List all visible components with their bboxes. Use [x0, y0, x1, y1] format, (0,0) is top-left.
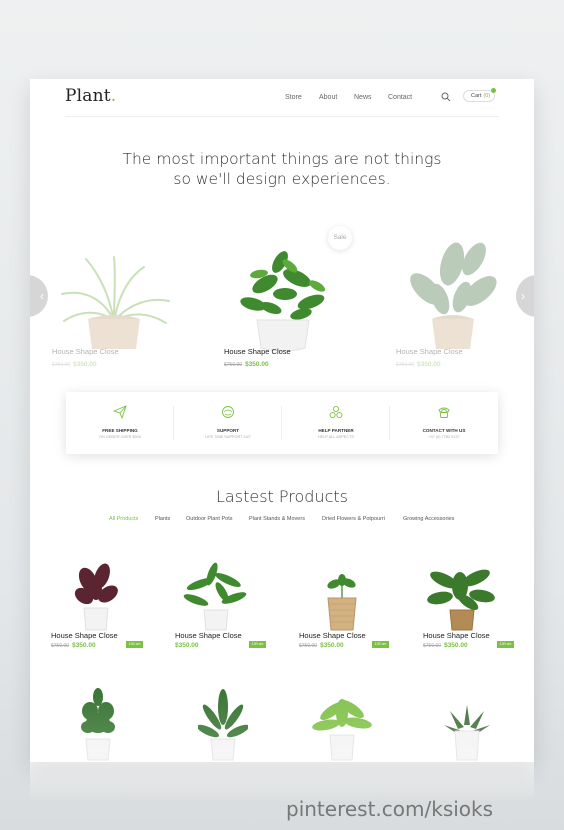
- hero-line-2: so we'll design experiences.: [173, 170, 391, 188]
- product-price-1: $750.00 $350.00: [51, 642, 96, 649]
- partner-icon: [329, 405, 343, 419]
- logo-text: Plant: [65, 86, 111, 106]
- filter-plant-stands[interactable]: Plant Stands & Movers: [249, 516, 305, 522]
- product-name-3[interactable]: House Shape Close: [299, 631, 366, 640]
- size-badge: 130 cm: [497, 641, 514, 648]
- header-divider: [65, 116, 499, 117]
- product-name-4[interactable]: House Shape Close: [423, 631, 490, 640]
- feature-title: SUPPORT: [216, 428, 240, 433]
- product-name-1[interactable]: House Shape Close: [51, 631, 118, 640]
- features-bar: FREE SHIPPING ON ORDER OVER $300 SUPPORT…: [66, 392, 498, 454]
- product-image-4[interactable]: [426, 562, 496, 632]
- search-icon[interactable]: [441, 92, 451, 102]
- cart-button[interactable]: Cart (0): [463, 88, 496, 102]
- filter-dried-flowers[interactable]: Dried Flowers & Potpourri: [322, 516, 385, 522]
- logo-dot: .: [110, 86, 117, 106]
- feature-support: SUPPORT LIFE TIME SUPPORT 24/7: [174, 392, 282, 454]
- bottom-fade-overlay: [30, 669, 534, 762]
- feature-subtitle: +07 (0) 7782 9137: [428, 435, 460, 439]
- slide-product-price-3: $750.00 $350.00: [396, 361, 441, 368]
- logo[interactable]: Plant.: [65, 86, 116, 106]
- nav-news[interactable]: News: [354, 94, 372, 101]
- new-price: $350.00: [245, 361, 269, 368]
- old-price: $750.00: [224, 362, 243, 368]
- filter-all-products[interactable]: All Products: [109, 516, 138, 522]
- size-badge: 130 cm: [372, 641, 389, 648]
- slide-product-image-1[interactable]: [54, 249, 174, 353]
- chevron-right-icon: ›: [521, 289, 525, 303]
- section-title: Lastest Products: [216, 487, 348, 506]
- feature-title: CONTACT WITH US: [422, 428, 466, 433]
- filter-plants[interactable]: Plants: [155, 516, 170, 522]
- feature-free-shipping: FREE SHIPPING ON ORDER OVER $300: [66, 392, 174, 454]
- landing-page: Plant. Store About News Contact Cart (0) …: [30, 79, 534, 762]
- hero-line-1: The most important things are not things: [122, 150, 442, 168]
- slide-product-image-2[interactable]: [235, 244, 331, 354]
- slide-product-name-3[interactable]: House Shape Close: [396, 347, 463, 356]
- cart-indicator-dot: [491, 88, 496, 93]
- support-icon: [222, 406, 234, 418]
- old-price: $750.00: [423, 643, 442, 649]
- nav-contact[interactable]: Contact: [388, 94, 412, 101]
- feature-subtitle: ON ORDER OVER $300: [99, 435, 141, 439]
- feature-title: FREE SHIPPING: [102, 428, 138, 433]
- filter-outdoor-plant-pots[interactable]: Outdoor Plant Pots: [186, 516, 232, 522]
- product-image-1[interactable]: [74, 562, 118, 632]
- slide-product-price-1: $750.00 $350.00: [52, 361, 97, 368]
- new-price: $350.00: [175, 642, 199, 649]
- nav-store[interactable]: Store: [285, 94, 302, 101]
- feature-title: HELP PARTNER: [318, 428, 354, 433]
- new-price: $350.00: [73, 361, 97, 368]
- size-badge: 130 cm: [249, 641, 266, 648]
- old-price: $750.00: [299, 643, 318, 649]
- chevron-left-icon: ‹: [40, 289, 44, 303]
- feature-subtitle: HELP ALL ASPECTS: [318, 435, 354, 439]
- cart-label: Cart: [471, 93, 482, 99]
- slide-product-name-2[interactable]: House Shape Close: [224, 347, 291, 356]
- product-price-4: $750.00 $350.00: [423, 642, 468, 649]
- old-price: $750.00: [51, 643, 70, 649]
- page-reflection: [30, 762, 534, 802]
- product-image-2[interactable]: [182, 562, 248, 632]
- cart-count: (0): [483, 93, 491, 99]
- feature-contact: CONTACT WITH US +07 (0) 7782 9137: [390, 392, 498, 454]
- old-price: $750.00: [52, 362, 71, 368]
- old-price: $750.00: [396, 362, 415, 368]
- phone-icon: [438, 407, 450, 418]
- paper-plane-icon: [113, 405, 127, 419]
- new-price: $350.00: [72, 642, 96, 649]
- slide-product-image-3[interactable]: [404, 239, 500, 354]
- nav-about[interactable]: About: [319, 94, 337, 101]
- slider-prev-button[interactable]: ‹: [30, 275, 48, 317]
- product-price-3: $750.00 $350.00: [299, 642, 344, 649]
- slide-product-price-2: $750.00 $350.00: [224, 361, 269, 368]
- product-image-3[interactable]: [322, 574, 362, 632]
- product-name-2[interactable]: House Shape Close: [175, 631, 242, 640]
- slider-next-button[interactable]: ›: [516, 275, 534, 317]
- new-price: $350.00: [417, 361, 441, 368]
- product-price-2: $350.00: [175, 642, 199, 649]
- new-price: $350.00: [320, 642, 344, 649]
- hero-heading: The most important things are not things…: [90, 149, 474, 189]
- watermark: pinterest.com/ksioks: [286, 797, 494, 821]
- size-badge: 130 cm: [126, 641, 143, 648]
- new-price: $350.00: [444, 642, 468, 649]
- sale-badge: Sale: [328, 226, 352, 250]
- feature-help-partner: HELP PARTNER HELP ALL ASPECTS: [282, 392, 390, 454]
- slide-product-name-1[interactable]: House Shape Close: [52, 347, 119, 356]
- feature-subtitle: LIFE TIME SUPPORT 24/7: [205, 435, 251, 439]
- filter-growing-accessories[interactable]: Growing Accessories: [403, 516, 454, 522]
